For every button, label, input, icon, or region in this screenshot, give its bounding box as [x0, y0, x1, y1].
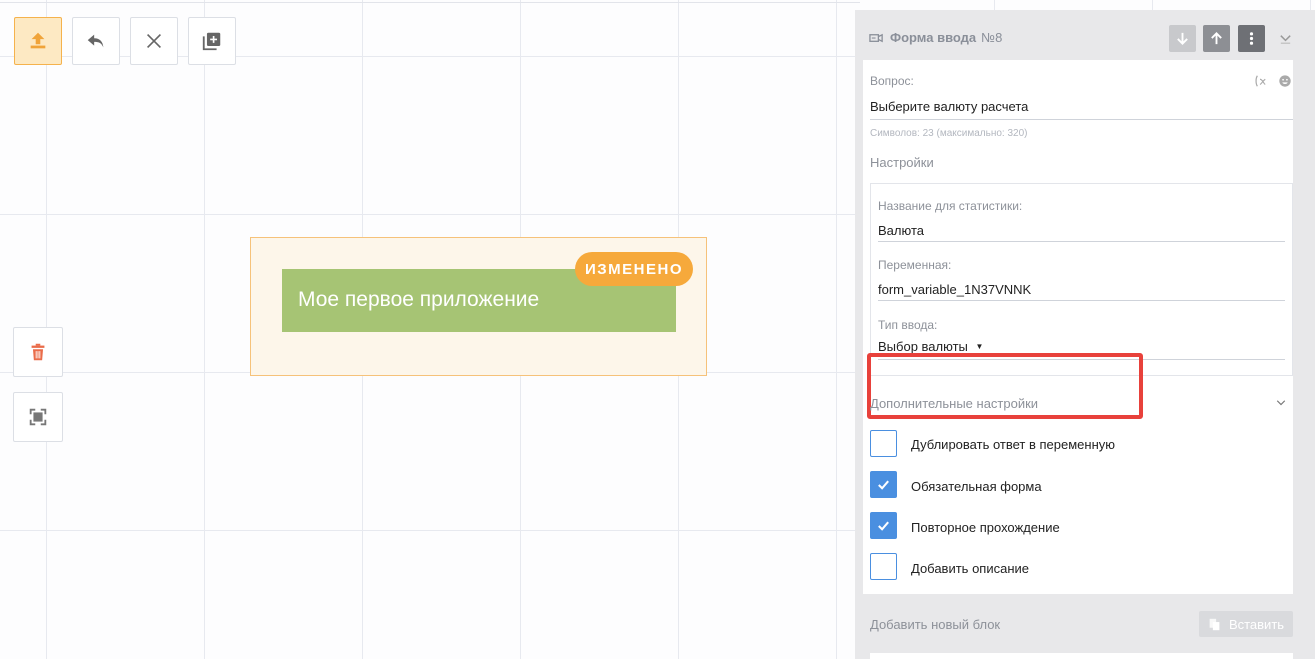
input-type-select[interactable]: Выбор валюты ▼ [878, 339, 983, 354]
add-block-button[interactable] [188, 17, 236, 65]
arrow-up-icon [1211, 32, 1222, 45]
emoji-icon[interactable] [1278, 74, 1292, 88]
properties-panel: Форма ввода №8 Вопрос: Выберите валюту р… [855, 10, 1315, 659]
checkbox-required-form[interactable] [870, 471, 897, 498]
question-label: Вопрос: [870, 74, 914, 88]
move-down-button[interactable] [1169, 25, 1196, 52]
checkbox-add-description[interactable] [870, 553, 897, 580]
checkbox-label: Повторное прохождение [911, 520, 1060, 535]
checkbox-duplicate-answer[interactable] [870, 430, 897, 457]
chevron-down-icon [1280, 35, 1291, 44]
more-vertical-icon [1249, 32, 1254, 45]
move-up-button[interactable] [1203, 25, 1230, 52]
settings-heading: Настройки [870, 155, 934, 170]
fit-screen-icon [29, 408, 47, 426]
add-copy-icon [202, 32, 221, 51]
chevron-down-icon[interactable] [1275, 397, 1287, 409]
canvas-top-divider [0, 2, 860, 3]
check-icon [878, 521, 889, 531]
paste-label: Вставить [1228, 616, 1285, 632]
stat-name-underline [878, 241, 1285, 242]
undo-icon [87, 34, 104, 48]
question-underline [870, 119, 1293, 120]
question-input[interactable]: Выберите валюту расчета [870, 99, 1028, 114]
cancel-button[interactable] [130, 17, 178, 65]
additional-settings-toggle[interactable]: Дополнительные настройки [870, 396, 1038, 411]
input-type-label: Тип ввода: [878, 318, 938, 332]
variable-label: Переменная: [878, 258, 952, 272]
panel-title: Форма ввода №8 [890, 30, 1002, 45]
next-block-area [870, 653, 1293, 659]
block-number: №8 [981, 30, 1003, 45]
check-icon [878, 480, 889, 490]
form-card: Вопрос: Выберите валюту расчета Символов… [863, 60, 1293, 594]
variable-underline [878, 300, 1285, 301]
checkbox-repeat-pass[interactable] [870, 512, 897, 539]
upload-icon [30, 32, 46, 49]
status-badge: ИЗМЕНЕНО [575, 252, 693, 286]
more-options-button[interactable] [1238, 25, 1265, 52]
add-new-block-label: Добавить новый блок [870, 617, 1001, 632]
collapse-panel-button[interactable] [1272, 25, 1299, 52]
input-type-value: Выбор валюты [878, 339, 968, 354]
char-counter: Символов: 23 (максимально: 320) [870, 128, 1028, 139]
upload-button[interactable] [14, 17, 62, 65]
form-input-icon [869, 33, 883, 43]
variable-input[interactable]: form_variable_1N37VNNK [878, 282, 1031, 297]
stat-name-input[interactable]: Валюта [878, 223, 924, 238]
arrow-down-icon [1177, 32, 1188, 45]
paste-icon [1209, 618, 1220, 630]
checkbox-label: Обязательная форма [911, 479, 1042, 494]
checkbox-label: Добавить описание [911, 561, 1029, 576]
panel-title-text: Форма ввода [890, 30, 977, 45]
close-icon [146, 33, 162, 49]
variable-insert-icon[interactable] [1253, 74, 1267, 88]
stat-name-label: Название для статистики: [878, 199, 1023, 213]
trash-icon [31, 343, 45, 361]
fit-screen-button[interactable] [13, 392, 63, 442]
paste-button[interactable]: Вставить [1199, 611, 1293, 637]
dropdown-caret-icon: ▼ [975, 342, 984, 351]
checkbox-label: Дублировать ответ в переменную [911, 437, 1115, 452]
undo-button[interactable] [72, 17, 120, 65]
delete-button[interactable] [13, 327, 63, 377]
